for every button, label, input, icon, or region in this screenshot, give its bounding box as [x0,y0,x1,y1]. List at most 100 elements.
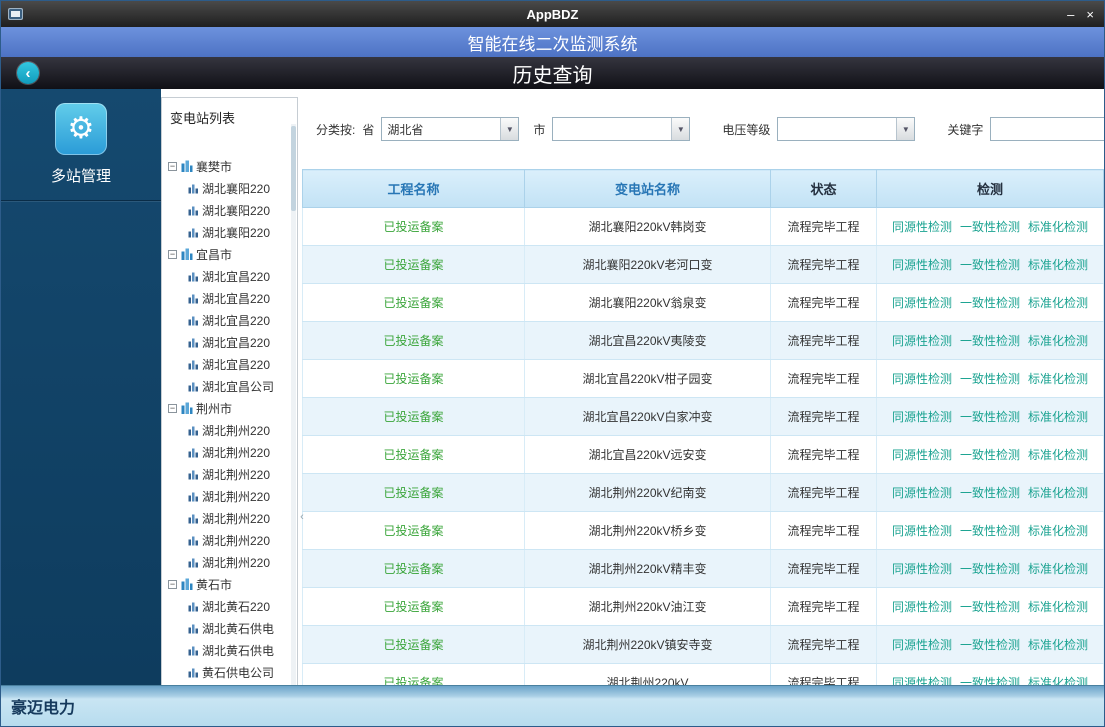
tree-item-substation[interactable]: 湖北宜昌220 [168,265,297,287]
project-cell[interactable]: 已投运备案 [302,207,525,246]
city-select[interactable]: ▼ [552,117,691,141]
detection-link[interactable]: 一致性检测 [960,372,1020,386]
detection-link[interactable]: 同源性检测 [892,676,952,685]
project-cell[interactable]: 已投运备案 [302,397,525,436]
project-cell[interactable]: 已投运备案 [302,283,525,322]
collapse-icon[interactable]: − [168,161,177,171]
detection-link[interactable]: 同源性检测 [892,486,952,500]
detection-link[interactable]: 同源性检测 [892,638,952,652]
detection-link[interactable]: 一致性检测 [960,524,1020,538]
detection-link[interactable]: 同源性检测 [892,372,952,386]
detection-link[interactable]: 标准化检测 [1028,638,1088,652]
tree-item-substation[interactable]: 湖北宜昌220 [168,353,297,375]
collapse-icon[interactable]: − [168,403,177,413]
tree-item-substation[interactable]: 湖北襄阳220 [168,199,297,221]
detection-link[interactable]: 标准化检测 [1028,296,1088,310]
tree-item-substation[interactable]: 湖北宜昌220 [168,331,297,353]
detection-link[interactable]: 同源性检测 [892,562,952,576]
detection-link[interactable]: 标准化检测 [1028,372,1088,386]
tree-item-substation[interactable]: 湖北荆州220 [168,441,297,463]
detection-link[interactable]: 同源性检测 [892,220,952,234]
detection-link[interactable]: 标准化检测 [1028,524,1088,538]
detection-link[interactable]: 一致性检测 [960,638,1020,652]
tree-group[interactable]: − 襄樊市 [168,155,297,177]
keyword-input[interactable] [990,117,1104,141]
tree-item-substation[interactable]: 湖北荆州220 [168,551,297,573]
tree-item-substation[interactable]: 湖北荆州220 [168,463,297,485]
detection-link[interactable]: 一致性检测 [960,410,1020,424]
minimize-button[interactable]: – [1067,8,1074,21]
multistation-tile[interactable]: ⚙ [55,103,107,155]
detection-link[interactable]: 同源性检测 [892,524,952,538]
project-cell[interactable]: 已投运备案 [302,245,525,284]
project-cell[interactable]: 已投运备案 [302,549,525,588]
tree-scrollbar-thumb[interactable] [291,126,296,211]
chevron-down-icon[interactable]: ▼ [896,118,915,140]
tree-item-substation[interactable]: 湖北襄阳220 [168,221,297,243]
tree-group[interactable]: − 宜昌市 [168,243,297,265]
detection-link[interactable]: 一致性检测 [960,676,1020,685]
detection-link[interactable]: 标准化检测 [1028,410,1088,424]
collapse-icon[interactable]: − [168,249,177,259]
tree-item-substation[interactable]: 湖北黄石供电 [168,639,297,661]
project-cell[interactable]: 已投运备案 [302,473,525,512]
tree-item-substation[interactable]: 湖北黄石220 [168,595,297,617]
detection-link[interactable]: 一致性检测 [960,296,1020,310]
voltage-select[interactable]: ▼ [777,117,916,141]
project-cell[interactable]: 已投运备案 [302,321,525,360]
detection-link[interactable]: 同源性检测 [892,410,952,424]
detection-link[interactable]: 标准化检测 [1028,448,1088,462]
project-cell[interactable]: 已投运备案 [302,587,525,626]
project-cell[interactable]: 已投运备案 [302,625,525,664]
tree-item-substation[interactable]: 湖北荆州220 [168,485,297,507]
detection-cell: 同源性检测 一致性检测 标准化检测 [876,625,1104,664]
sidebar-item-multistation[interactable]: ⚙ 多站管理 [1,89,161,201]
tree-item-substation[interactable]: 湖北宜昌220 [168,309,297,331]
table-row: 已投运备案 湖北荆州220kV油江变 流程完毕工程 同源性检测 一致性检测 标准化检测 [302,587,1104,626]
back-button[interactable]: ‹ [17,62,39,84]
detection-link[interactable]: 一致性检测 [960,448,1020,462]
tree-item-substation[interactable]: 黄石供电公司 [168,661,297,683]
status-cell: 流程完毕工程 [770,321,877,360]
detection-link[interactable]: 标准化检测 [1028,220,1088,234]
tree-item-substation[interactable]: 湖北荆州220 [168,529,297,551]
detection-link[interactable]: 标准化检测 [1028,486,1088,500]
tree-group[interactable]: − 黄石市 [168,573,297,595]
tree-item-substation[interactable]: 湖北荆州220 [168,507,297,529]
detection-link[interactable]: 同源性检测 [892,296,952,310]
detection-link[interactable]: 同源性检测 [892,258,952,272]
project-cell[interactable]: 已投运备案 [302,511,525,550]
tree-item-substation[interactable]: 湖北襄阳220 [168,177,297,199]
tree-item-substation[interactable]: 湖北荆州220 [168,419,297,441]
tree-item-label: 湖北襄阳220 [202,203,271,218]
tree-item-label: 湖北宜昌220 [202,291,271,306]
tree-item-substation[interactable]: 湖北宜昌公司 [168,375,297,397]
chevron-down-icon[interactable]: ▼ [671,118,690,140]
detection-link[interactable]: 同源性检测 [892,600,952,614]
detection-link[interactable]: 一致性检测 [960,258,1020,272]
detection-link[interactable]: 标准化检测 [1028,562,1088,576]
detection-link[interactable]: 标准化检测 [1028,334,1088,348]
tree-item-substation[interactable]: 湖北宜昌220 [168,287,297,309]
project-cell[interactable]: 已投运备案 [302,359,525,398]
project-cell[interactable]: 已投运备案 [302,435,525,474]
project-cell[interactable]: 已投运备案 [302,663,525,685]
chevron-down-icon[interactable]: ▼ [500,118,519,140]
close-button[interactable]: × [1086,8,1094,21]
tree-scrollbar[interactable] [291,124,296,685]
tree-group[interactable]: − 荆州市 [168,397,297,419]
detection-link[interactable]: 标准化检测 [1028,600,1088,614]
detection-link[interactable]: 一致性检测 [960,562,1020,576]
collapse-icon[interactable]: − [168,579,177,589]
detection-link[interactable]: 同源性检测 [892,334,952,348]
splitter-collapse-handle[interactable]: ‹ [298,494,306,540]
detection-link[interactable]: 一致性检测 [960,486,1020,500]
detection-link[interactable]: 一致性检测 [960,334,1020,348]
detection-link[interactable]: 标准化检测 [1028,258,1088,272]
detection-link[interactable]: 一致性检测 [960,220,1020,234]
detection-link[interactable]: 同源性检测 [892,448,952,462]
detection-link[interactable]: 标准化检测 [1028,676,1088,685]
province-select[interactable]: 湖北省 ▼ [381,117,520,141]
tree-item-substation[interactable]: 湖北黄石供电 [168,617,297,639]
detection-link[interactable]: 一致性检测 [960,600,1020,614]
